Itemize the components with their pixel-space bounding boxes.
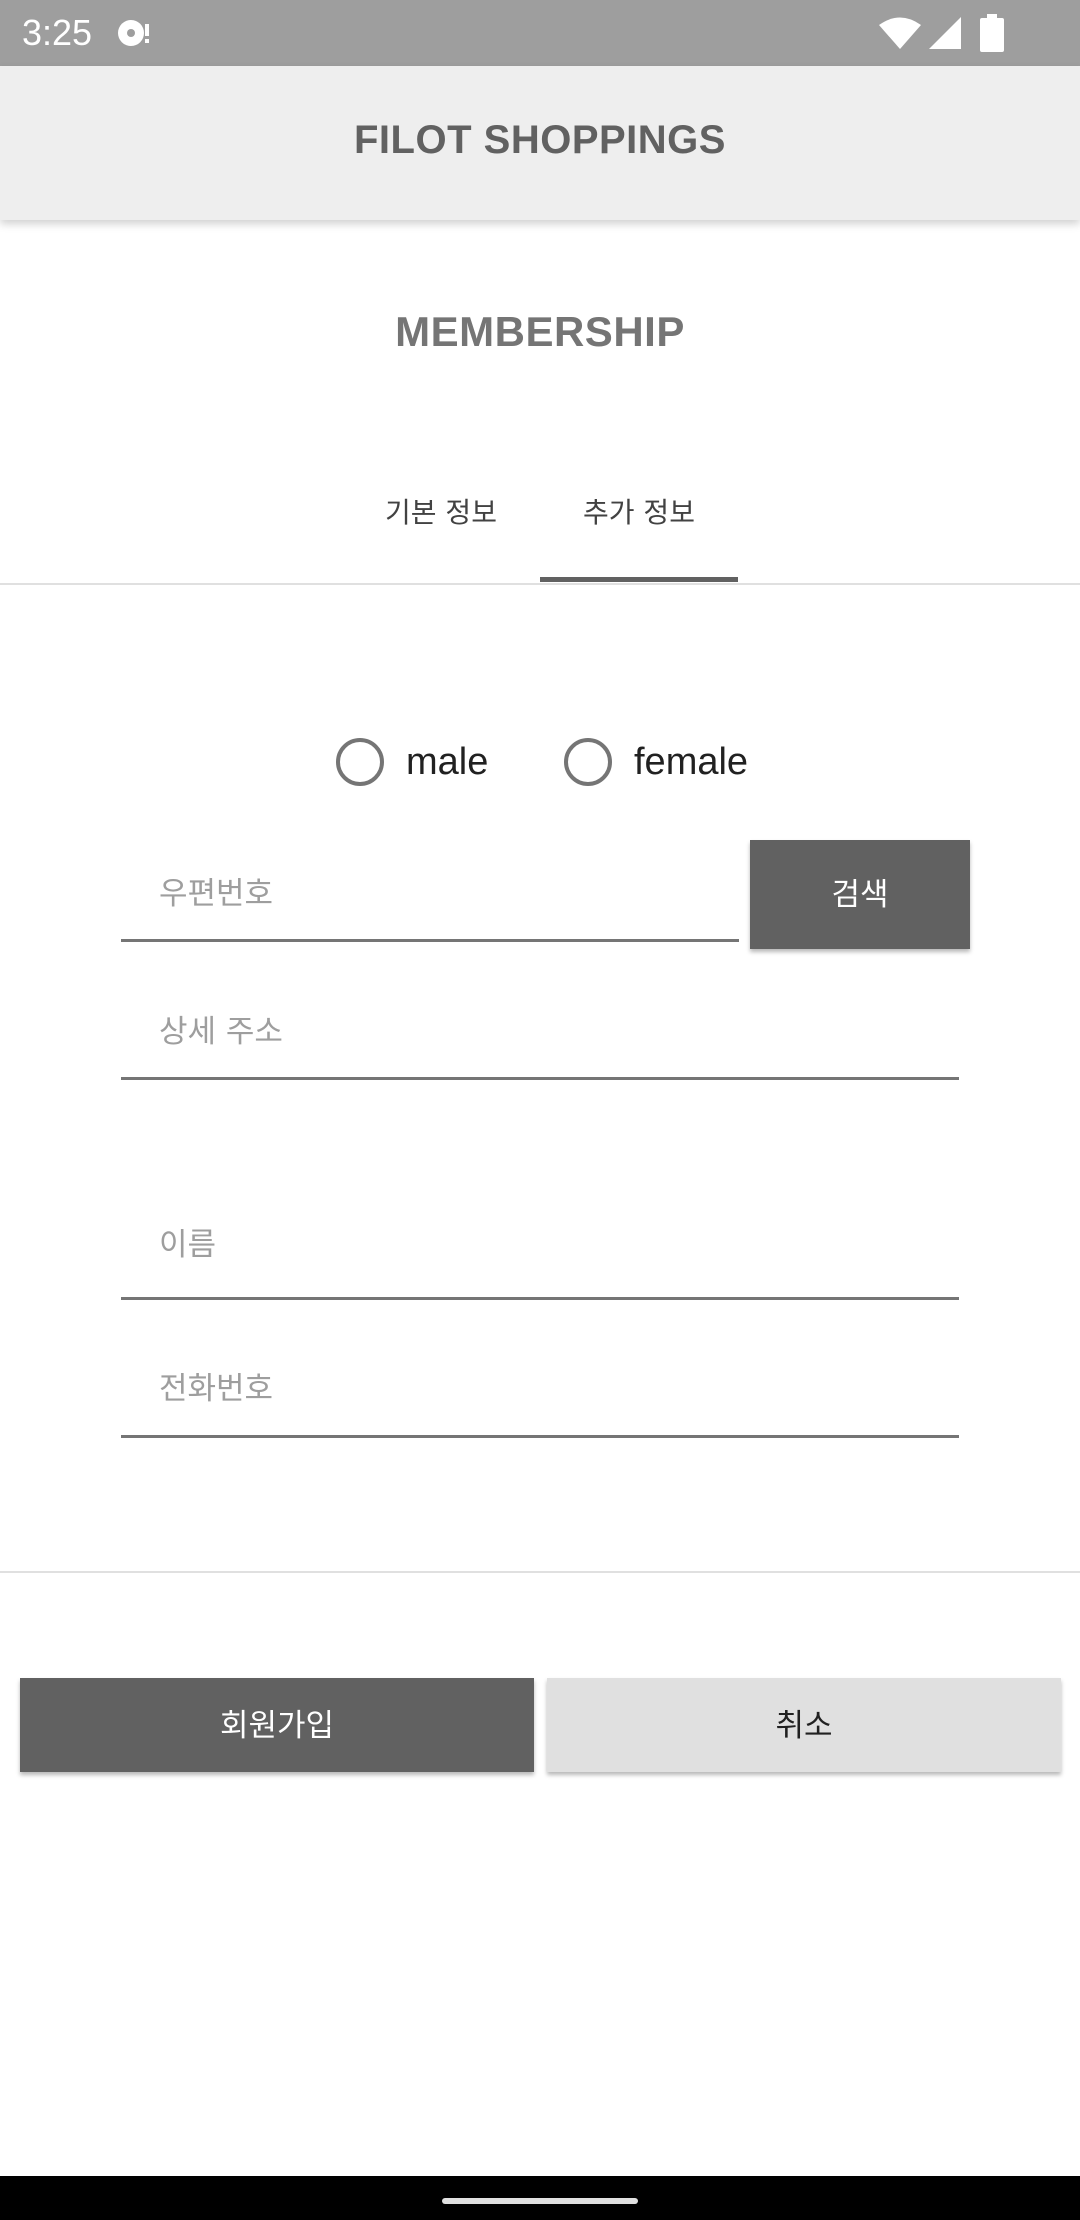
tab-additional-info[interactable]: 추가 정보	[540, 460, 738, 584]
tab-selected-indicator	[540, 577, 738, 582]
postal-code-field	[121, 848, 739, 942]
actions-divider	[0, 1571, 1080, 1573]
phone-input[interactable]	[121, 1342, 959, 1435]
tab-basic-info[interactable]: 기본 정보	[342, 460, 540, 584]
gender-female-radio[interactable]: female	[564, 732, 748, 792]
gender-radio-group: male female	[336, 732, 786, 792]
join-button[interactable]: 회원가입	[20, 1678, 534, 1772]
tab-bar: 기본 정보 추가 정보	[0, 460, 1080, 584]
name-field	[121, 1192, 959, 1300]
notification-icon	[118, 20, 149, 46]
status-time: 3:25	[22, 12, 93, 53]
gender-male-label: male	[406, 740, 489, 783]
address-search-button[interactable]: 검색	[750, 840, 970, 949]
postal-code-input[interactable]	[121, 848, 739, 939]
radio-circle-icon	[336, 738, 384, 786]
tabs-divider	[0, 583, 1080, 585]
address-detail-input[interactable]	[121, 986, 959, 1077]
battery-icon	[980, 14, 1004, 52]
name-input[interactable]	[121, 1192, 959, 1297]
cancel-button[interactable]: 취소	[547, 1678, 1061, 1772]
gender-male-radio[interactable]: male	[336, 732, 488, 792]
wifi-icon	[879, 17, 921, 49]
gender-female-label: female	[634, 740, 749, 783]
address-detail-field	[121, 986, 959, 1080]
app-title: FILOT SHOPPINGS	[354, 118, 726, 162]
signal-icon	[929, 17, 961, 49]
navigation-bar	[0, 2176, 1080, 2220]
home-gesture-handle[interactable]	[442, 2198, 638, 2204]
app-bar: FILOT SHOPPINGS	[0, 66, 1080, 220]
page-title: MEMBERSHIP	[395, 308, 685, 355]
radio-circle-icon	[564, 738, 612, 786]
phone-field	[121, 1342, 959, 1438]
status-bar: 3:25	[0, 0, 1080, 66]
